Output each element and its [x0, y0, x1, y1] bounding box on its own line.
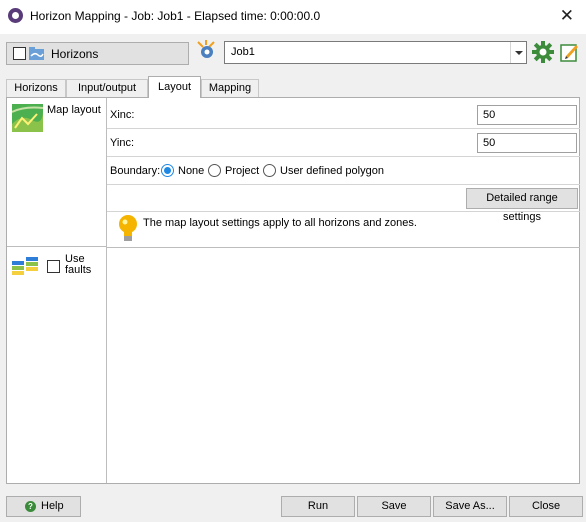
lightbulb-icon: [119, 215, 137, 241]
tab-mapping[interactable]: Mapping: [201, 79, 259, 97]
tab-input-output-label: Input/output: [77, 82, 137, 94]
xinc-label: Xinc:: [110, 109, 135, 121]
use-faults-label-line2: faults: [65, 264, 92, 276]
tab-layout-label: Layout: [157, 81, 192, 93]
tab-layout[interactable]: Layout: [148, 76, 201, 98]
edit-icon[interactable]: [560, 41, 580, 62]
job-selector[interactable]: Job1: [224, 41, 527, 64]
map-layout-label: Map layout: [47, 104, 101, 116]
tab-horizons[interactable]: Horizons: [6, 79, 66, 97]
boundary-polygon-label[interactable]: User defined polygon: [280, 165, 384, 177]
chevron-down-icon[interactable]: [510, 42, 526, 63]
boundary-none-radio[interactable]: [161, 164, 174, 177]
divider: [107, 247, 580, 248]
help-icon: ?: [25, 501, 36, 512]
xinc-input[interactable]: 50: [477, 105, 577, 125]
close-button[interactable]: Close: [509, 496, 583, 517]
help-button[interactable]: ? Help: [6, 496, 81, 517]
section-column: Map layout Use faults: [7, 98, 107, 483]
boundary-project-label[interactable]: Project: [225, 165, 259, 177]
boundary-polygon-radio[interactable]: [263, 164, 276, 177]
horizons-checkbox[interactable]: [13, 47, 26, 60]
divider: [107, 156, 580, 157]
tab-input-output[interactable]: Input/output: [66, 79, 148, 97]
horizons-label: Horizons: [51, 47, 99, 61]
divider: [107, 184, 580, 185]
horizons-folder-icon: [29, 47, 44, 60]
info-text: The map layout settings apply to all hor…: [143, 217, 417, 229]
help-label: Help: [41, 500, 64, 512]
save-as-button[interactable]: Save As...: [433, 496, 507, 517]
run-button[interactable]: Run: [281, 496, 355, 517]
map-layout-section: Map layout: [7, 98, 106, 247]
map-layout-icon: [12, 104, 43, 132]
tab-horizons-label: Horizons: [14, 82, 58, 94]
use-faults-checkbox[interactable]: [47, 260, 60, 273]
boundary-label: Boundary:: [110, 165, 161, 177]
boundary-project-radio[interactable]: [208, 164, 221, 177]
toolbar: Horizons Job1: [0, 34, 586, 72]
yinc-label: Yinc:: [110, 137, 135, 149]
job-gear-icon[interactable]: [195, 39, 217, 61]
faults-icon: [12, 257, 38, 275]
boundary-none-label[interactable]: None: [178, 165, 204, 177]
job-value: Job1: [231, 46, 255, 58]
divider: [107, 128, 580, 129]
horizon-mapping-app-icon: [8, 8, 23, 23]
yinc-input[interactable]: 50: [477, 133, 577, 153]
title-bar: Horizon Mapping - Job: Job1 - Elapsed ti…: [0, 0, 586, 34]
close-window-button[interactable]: ✕: [560, 6, 574, 26]
detailed-range-settings-button[interactable]: Detailed range settings: [466, 188, 578, 223]
tab-mapping-label: Mapping: [208, 82, 252, 94]
window-title: Horizon Mapping - Job: Job1 - Elapsed ti…: [30, 9, 321, 23]
divider: [107, 211, 580, 212]
save-button[interactable]: Save: [357, 496, 431, 517]
settings-gear-icon[interactable]: [531, 40, 555, 64]
layout-panel: Map layout Use faults Xinc: 50 Yinc: 50 …: [6, 97, 580, 484]
horizons-selector[interactable]: Horizons: [6, 42, 189, 65]
use-faults-label: Use faults: [65, 254, 97, 276]
